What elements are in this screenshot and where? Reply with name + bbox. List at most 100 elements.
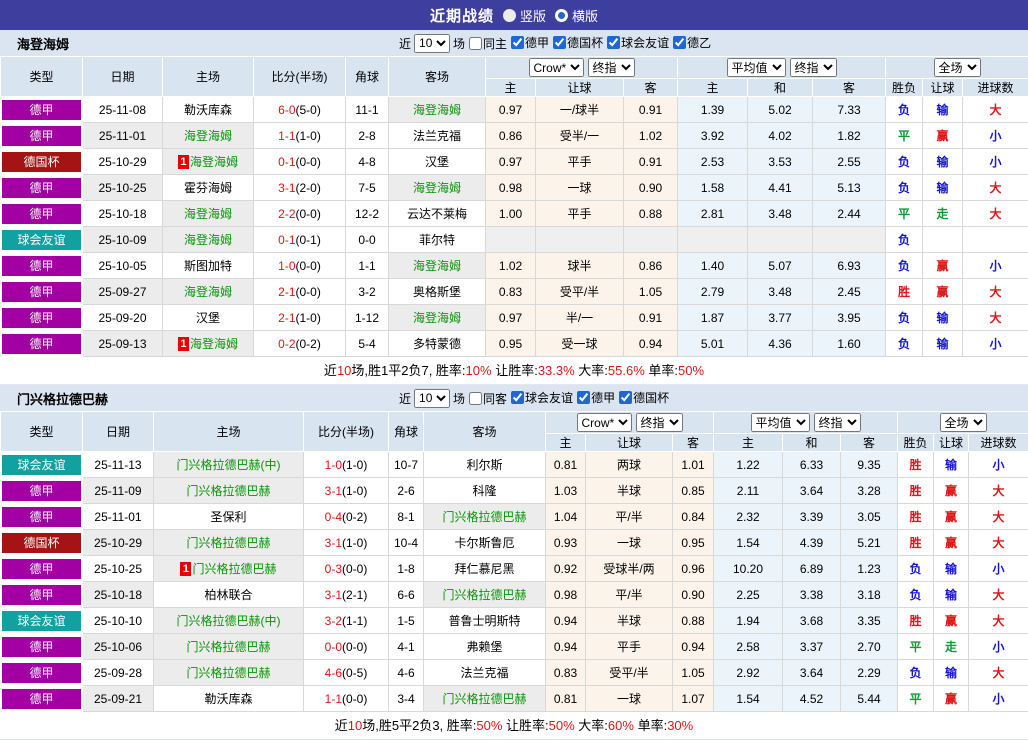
- same-venue-checkbox[interactable]: [469, 392, 482, 405]
- home-team-name[interactable]: 海登海姆: [184, 233, 232, 247]
- away-team-name[interactable]: 门兴格拉德巴赫: [442, 692, 526, 706]
- away-team-name[interactable]: 多特蒙德: [413, 337, 461, 351]
- away-team-name[interactable]: 奥格斯堡: [413, 285, 461, 299]
- home-team-name[interactable]: 门兴格拉德巴赫: [186, 536, 270, 550]
- away-team-name[interactable]: 法兰克福: [413, 129, 461, 143]
- league-checkbox-wrap[interactable]: 球会友谊: [511, 389, 573, 406]
- away-team-name[interactable]: 云达不莱梅: [407, 207, 467, 221]
- fulltime-select[interactable]: 全场: [934, 58, 981, 77]
- score-cell: 2-2(0-0): [254, 201, 346, 227]
- home-team-name[interactable]: 门兴格拉德巴赫: [186, 666, 270, 680]
- avg-odds-away: 3.05: [841, 504, 898, 530]
- avg-odds-home: 1.40: [678, 253, 748, 279]
- table-row: 德甲 25-10-25 霍芬海姆 3-1(2-0) 7-5 海登海姆 0.98 …: [1, 175, 1028, 201]
- away-team-name[interactable]: 普鲁士明斯特: [448, 614, 520, 628]
- league-checkbox-wrap[interactable]: 德甲: [511, 34, 549, 51]
- home-team-name[interactable]: 门兴格拉德巴赫: [192, 562, 276, 576]
- league-checkbox[interactable]: [511, 391, 524, 404]
- away-team-name[interactable]: 科隆: [472, 484, 496, 498]
- odds-home: 0.86: [486, 123, 536, 149]
- away-team-name[interactable]: 门兴格拉德巴赫: [442, 510, 526, 524]
- match-date: 25-10-05: [83, 253, 163, 279]
- away-team-name[interactable]: 利尔斯: [466, 458, 502, 472]
- away-team-name[interactable]: 海登海姆: [413, 259, 461, 273]
- away-team-name[interactable]: 拜仁慕尼黑: [454, 562, 514, 576]
- average-time-select[interactable]: 终指: [790, 58, 837, 77]
- home-team-cell: 汉堡: [163, 305, 254, 331]
- home-team-name[interactable]: 门兴格拉德巴赫(中): [177, 614, 281, 628]
- away-team-name[interactable]: 法兰克福: [460, 666, 508, 680]
- away-team-name[interactable]: 海登海姆: [413, 181, 461, 195]
- result-handicap: 输: [934, 660, 969, 686]
- fulltime-select[interactable]: 全场: [940, 413, 987, 432]
- away-team-name[interactable]: 菲尔特: [419, 233, 455, 247]
- home-team-name[interactable]: 门兴格拉德巴赫: [186, 640, 270, 654]
- odds-company-select[interactable]: Crow*: [577, 413, 632, 432]
- average-select[interactable]: 平均值: [751, 413, 810, 432]
- average-select[interactable]: 平均值: [727, 58, 786, 77]
- home-team-name[interactable]: 勒沃库森: [204, 692, 252, 706]
- away-team-name[interactable]: 海登海姆: [413, 311, 461, 325]
- league-checkbox[interactable]: [577, 391, 590, 404]
- home-team-name[interactable]: 海登海姆: [184, 129, 232, 143]
- away-team-name[interactable]: 弗赖堡: [466, 640, 502, 654]
- away-team-name[interactable]: 门兴格拉德巴赫: [442, 588, 526, 602]
- odds-away: 1.01: [673, 452, 714, 478]
- average-time-select[interactable]: 终指: [814, 413, 861, 432]
- league-checkbox-wrap[interactable]: 德国杯: [619, 389, 669, 406]
- home-team-name[interactable]: 汉堡: [196, 311, 220, 325]
- league-checkbox[interactable]: [673, 36, 686, 49]
- home-team-name[interactable]: 海登海姆: [184, 207, 232, 221]
- home-team-name[interactable]: 海登海姆: [184, 285, 232, 299]
- home-team-cell: 1海登海姆: [163, 149, 254, 175]
- home-team-name[interactable]: 柏林联合: [204, 588, 252, 602]
- home-team-name[interactable]: 斯图加特: [184, 259, 232, 273]
- league-checkbox[interactable]: [511, 36, 524, 49]
- home-team-name[interactable]: 海登海姆: [190, 155, 238, 169]
- result-handicap: 输: [934, 556, 969, 582]
- home-team-name[interactable]: 勒沃库森: [184, 103, 232, 117]
- league-checkbox-label: 德国杯: [633, 389, 669, 406]
- avg-odds-home: 2.53: [678, 149, 748, 175]
- odds-company-select[interactable]: Crow*: [529, 58, 584, 77]
- match-date: 25-10-25: [83, 556, 154, 582]
- home-team-name[interactable]: 门兴格拉德巴赫(中): [177, 458, 281, 472]
- corner-score: 4-8: [346, 149, 389, 175]
- match-count-select[interactable]: 10: [414, 389, 450, 408]
- home-team-cell: 柏林联合: [154, 582, 304, 608]
- score-cell: 0-2(0-2): [254, 331, 346, 357]
- odds-handicap: 受平/半: [536, 279, 624, 305]
- home-team-name[interactable]: 门兴格拉德巴赫: [186, 484, 270, 498]
- league-checkbox[interactable]: [553, 36, 566, 49]
- halftime-score: (0-0): [342, 640, 367, 654]
- home-team-name[interactable]: 海登海姆: [190, 337, 238, 351]
- table-row: 德甲 25-11-08 勒沃库森 6-0(5-0) 11-1 海登海姆 0.97…: [1, 97, 1028, 123]
- league-checkbox-wrap[interactable]: 德甲: [577, 389, 615, 406]
- league-badge-label: 德甲: [2, 126, 81, 146]
- result-handicap: 赢: [934, 504, 969, 530]
- same-venue-checkbox[interactable]: [469, 37, 482, 50]
- away-team-name[interactable]: 海登海姆: [413, 103, 461, 117]
- league-checkbox-wrap[interactable]: 球会友谊: [607, 34, 669, 51]
- odds-away: 0.94: [624, 331, 678, 357]
- radio-selected-icon[interactable]: [555, 9, 568, 22]
- home-team-cell: 霍芬海姆: [163, 175, 254, 201]
- away-team-name[interactable]: 汉堡: [425, 155, 449, 169]
- league-checkbox-wrap[interactable]: 德乙: [673, 34, 711, 51]
- same-venue-checkbox-wrap[interactable]: 同客: [469, 390, 507, 407]
- odds-time-select[interactable]: 终指: [588, 58, 635, 77]
- league-checkbox[interactable]: [619, 391, 632, 404]
- layout-radio-vertical[interactable]: 竖版: [503, 6, 546, 25]
- home-team-name[interactable]: 霍芬海姆: [184, 181, 232, 195]
- layout-radio-horizontal[interactable]: 横版: [555, 6, 598, 25]
- away-team-name[interactable]: 卡尔斯鲁厄: [454, 536, 514, 550]
- radio-unselected-icon[interactable]: [503, 9, 516, 22]
- sub-col-avg-away: 客: [813, 79, 886, 97]
- home-team-name[interactable]: 圣保利: [210, 510, 246, 524]
- match-count-select[interactable]: 10: [414, 34, 450, 53]
- odds-time-select[interactable]: 终指: [636, 413, 683, 432]
- league-checkbox-wrap[interactable]: 德国杯: [553, 34, 603, 51]
- league-checkbox[interactable]: [607, 36, 620, 49]
- same-venue-checkbox-wrap[interactable]: 同主: [469, 35, 507, 52]
- odds-away: [624, 227, 678, 253]
